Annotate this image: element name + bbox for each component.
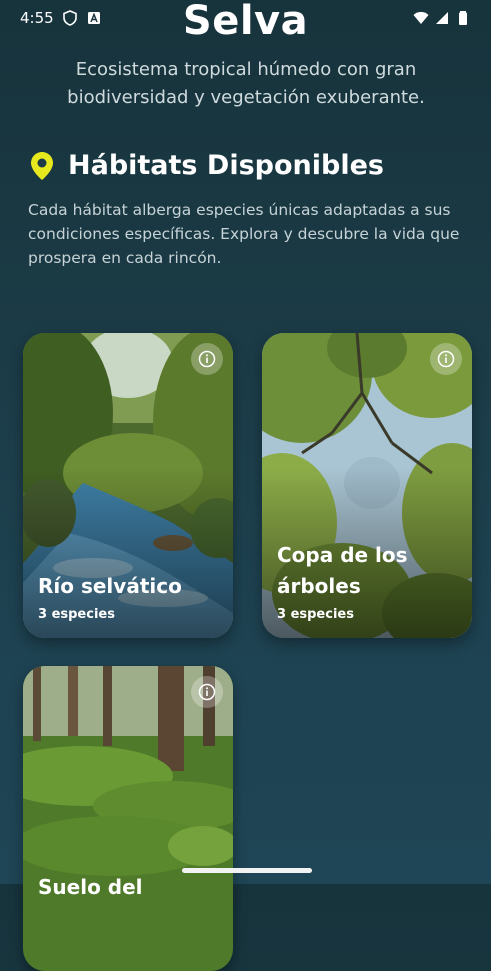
habitat-name: Río selvático — [38, 574, 182, 598]
home-indicator[interactable] — [182, 868, 312, 873]
status-left: 4:55 — [20, 9, 102, 27]
location-pin-icon — [31, 151, 53, 180]
info-icon — [198, 350, 216, 368]
section-title: Hábitats Disponibles — [68, 150, 384, 181]
signal-icon — [436, 12, 448, 24]
info-icon — [437, 350, 455, 368]
app-notification-icon — [87, 12, 100, 24]
info-button[interactable] — [430, 343, 462, 375]
habitat-card-suelo[interactable]: Suelo del — [23, 666, 233, 971]
info-icon — [198, 683, 216, 701]
status-time: 4:55 — [20, 9, 54, 27]
section-description: Cada hábitat alberga especies únicas ada… — [28, 201, 460, 267]
habitat-species-count: 3 especies — [38, 607, 115, 622]
info-button[interactable] — [191, 676, 223, 708]
forest-floor-image — [23, 666, 233, 971]
shield-icon — [62, 10, 77, 26]
habitat-species-count: 3 especies — [277, 607, 354, 622]
habitat-name: Suelo del — [38, 875, 143, 899]
habitat-card-rio[interactable]: Río selvático 3 especies — [23, 333, 233, 638]
info-button[interactable] — [191, 343, 223, 375]
wifi-icon — [413, 11, 429, 24]
section-heading: Hábitats Disponibles — [30, 150, 384, 181]
battery-icon — [459, 11, 467, 25]
habitat-name: Copa de los árboles — [277, 543, 408, 598]
habitat-card-copa[interactable]: Copa de los árboles 3 especies — [262, 333, 472, 638]
status-bar: 4:55 — [0, 0, 491, 36]
status-right — [413, 10, 471, 26]
page-subtitle: Ecosistema tropical húmedo con gran biod… — [67, 59, 425, 108]
